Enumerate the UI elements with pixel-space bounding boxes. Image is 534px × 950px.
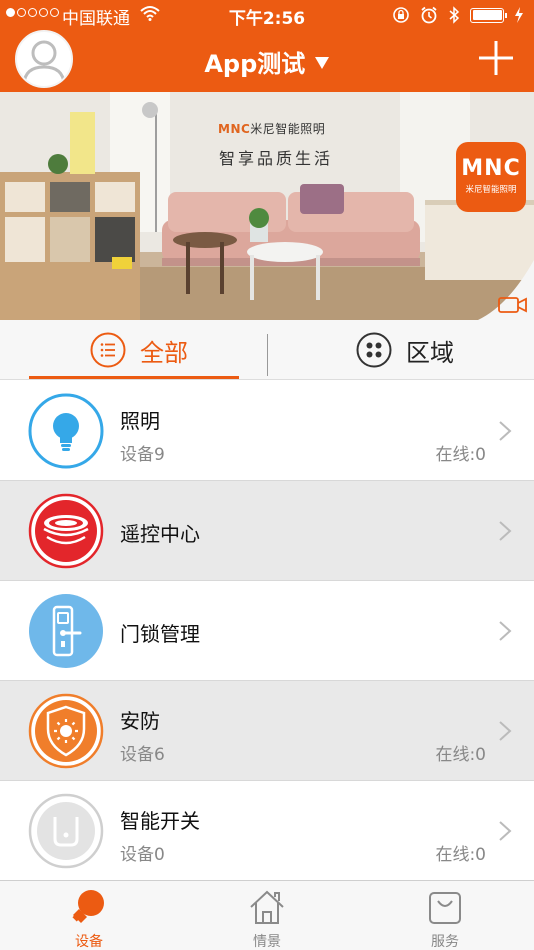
chevron-right-icon <box>499 621 512 641</box>
plus-icon[interactable] <box>476 38 516 78</box>
security-shield-icon <box>28 693 104 769</box>
list-item-smart-switch[interactable]: 智能开关 设备0 在线:0 <box>0 781 534 881</box>
list-item-remote-center[interactable]: 遥控中心 <box>0 481 534 581</box>
promo-banner[interactable]: MNC米尼智能照明 智享品质生活 MNC 米尼智能照明 <box>0 92 534 320</box>
banner-brand-cn: 米尼智能照明 <box>250 122 326 136</box>
device-count: 设备9 <box>120 445 165 465</box>
list-item-lighting[interactable]: 照明 设备9 在线:0 <box>0 381 534 481</box>
device-count: 设备0 <box>120 845 165 865</box>
tab-area[interactable]: 区域 <box>356 320 454 380</box>
active-tab-indicator <box>29 376 239 379</box>
orientation-lock-icon <box>393 7 409 23</box>
tabbar-label-scenes: 情景 <box>253 934 281 950</box>
banner-slogan: 智享品质生活 <box>219 149 334 168</box>
banner-brand: MNC米尼智能照明 <box>218 120 325 137</box>
battery-icon <box>470 7 507 23</box>
bottom-tab-bar: 设备 情景 服务 <box>0 880 534 950</box>
app-header: App测试 <box>0 30 534 92</box>
alarm-icon <box>421 6 437 24</box>
page-title: App测试 <box>204 50 306 78</box>
status-bar: 中国联通 下午2:56 <box>0 0 534 30</box>
tabbar-item-services[interactable]: 服务 <box>385 881 505 950</box>
device-category-list: 照明 设备9 在线:0 遥控中心 门锁管理 安防 设备6 在线:0 智能开关 设… <box>0 381 534 881</box>
device-name: 智能开关 <box>120 809 200 833</box>
home-selector[interactable]: App测试 <box>0 44 534 79</box>
mnc-logo: MNC 米尼智能照明 <box>456 142 526 212</box>
tab-all[interactable]: 全部 <box>90 320 188 380</box>
charging-icon <box>515 7 523 23</box>
chevron-right-icon <box>499 521 512 541</box>
tab-divider <box>267 334 268 376</box>
mnc-logo-sub: 米尼智能照明 <box>465 185 517 195</box>
remote-hub-icon <box>28 493 104 569</box>
list-item-security[interactable]: 安防 设备6 在线:0 <box>0 681 534 781</box>
chevron-right-icon <box>499 821 512 841</box>
door-lock-icon <box>29 594 103 668</box>
device-online: 在线:0 <box>435 445 486 465</box>
device-online: 在线:0 <box>435 745 486 765</box>
device-name: 遥控中心 <box>120 522 200 546</box>
house-icon <box>250 890 284 924</box>
tabbar-label-services: 服务 <box>431 934 459 950</box>
bulb-tab-icon <box>72 890 104 923</box>
tabbar-label-devices: 设备 <box>75 934 103 950</box>
bulb-icon <box>28 393 104 469</box>
dropdown-triangle-icon <box>314 57 329 69</box>
mnc-logo-text: MNC <box>461 156 521 181</box>
chevron-right-icon <box>499 421 512 441</box>
video-icon[interactable] <box>498 296 528 314</box>
banner-brand-en: MNC <box>218 122 251 136</box>
tabbar-item-scenes[interactable]: 情景 <box>207 881 327 950</box>
segment-tabs: 全部 区域 <box>0 320 534 380</box>
device-online: 在线:0 <box>435 845 486 865</box>
bag-icon <box>429 892 461 924</box>
chevron-right-icon <box>499 721 512 741</box>
grid-icon <box>356 332 392 368</box>
bluetooth-icon <box>449 6 460 24</box>
device-name: 安防 <box>120 709 160 733</box>
list-icon <box>90 332 126 368</box>
device-name: 门锁管理 <box>120 622 200 646</box>
tabbar-item-devices[interactable]: 设备 <box>29 881 149 950</box>
tab-area-label: 区域 <box>406 338 454 367</box>
tab-all-label: 全部 <box>140 338 188 367</box>
list-item-door-lock[interactable]: 门锁管理 <box>0 581 534 681</box>
smart-switch-icon <box>28 793 104 869</box>
device-name: 照明 <box>120 409 160 433</box>
device-count: 设备6 <box>120 745 165 765</box>
